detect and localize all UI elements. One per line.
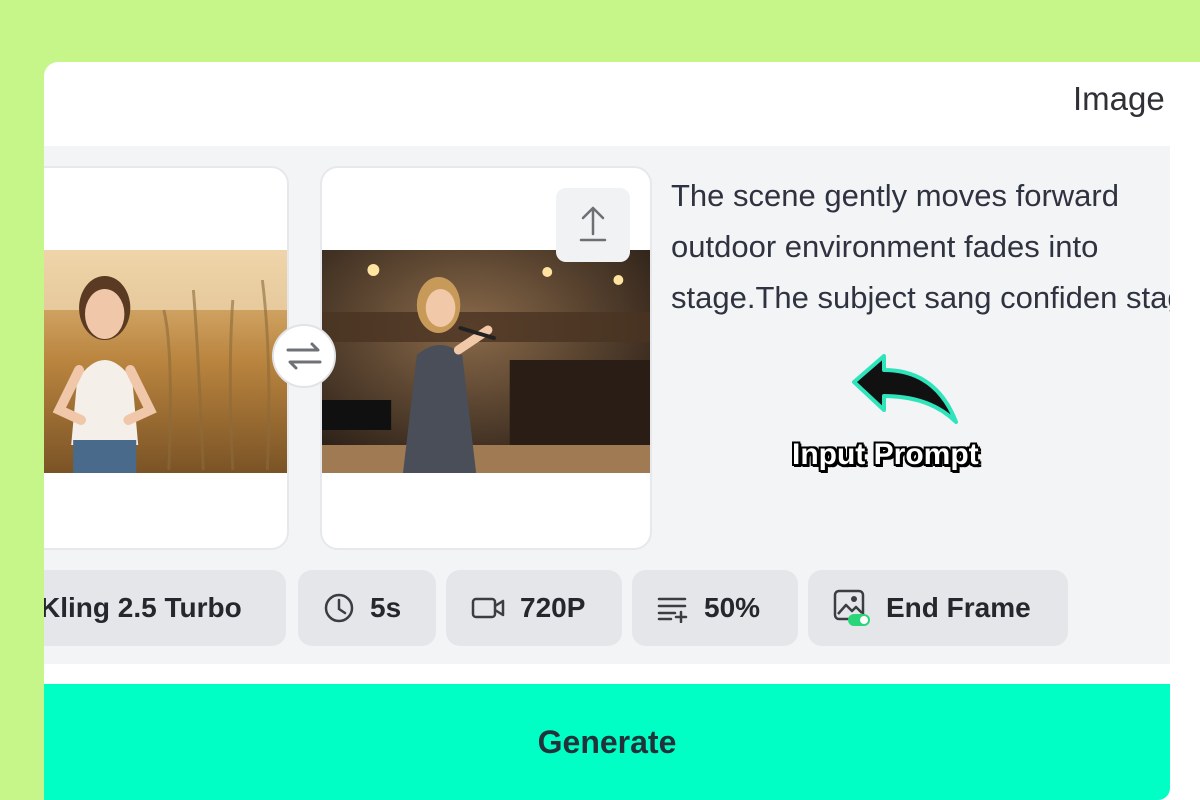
strength-selector[interactable]: 50% (632, 570, 798, 646)
tab-image[interactable]: Image (1073, 80, 1165, 118)
upload-icon (579, 206, 607, 242)
input-panel: The scene gently moves forward outdoor e… (44, 146, 1170, 664)
strength-label: 50% (704, 592, 761, 623)
resolution-selector[interactable]: 720P (446, 570, 622, 646)
image-toggle-icon (833, 589, 870, 626)
start-frame-card[interactable] (44, 166, 289, 550)
end-frame-toggle[interactable]: End Frame (808, 570, 1068, 646)
model-selector[interactable]: Kling 2.5 Turbo (44, 570, 286, 646)
end-frame-image (322, 250, 650, 473)
prompt-input[interactable]: The scene gently moves forward outdoor e… (671, 170, 1170, 323)
duration-label: 5s (370, 592, 402, 623)
end-frame-card[interactable] (320, 166, 652, 550)
end-frame-label: End Frame (886, 592, 1031, 623)
start-frame-image (44, 250, 287, 473)
clock-icon (324, 593, 354, 623)
swap-icon (286, 342, 322, 370)
curved-arrow-icon (852, 354, 958, 424)
video-camera-icon (471, 597, 505, 619)
swap-frames-button[interactable] (272, 324, 336, 388)
duration-selector[interactable]: 5s (298, 570, 436, 646)
upload-end-frame-button[interactable] (556, 188, 630, 262)
list-plus-icon (657, 597, 688, 623)
generate-button[interactable]: Generate (44, 684, 1170, 800)
model-label: Kling 2.5 Turbo (44, 592, 242, 623)
resolution-label: 720P (520, 592, 586, 623)
annotation-label: Input Prompt (792, 438, 979, 471)
generator-card: Image The scene gently moves forward out… (44, 62, 1200, 800)
